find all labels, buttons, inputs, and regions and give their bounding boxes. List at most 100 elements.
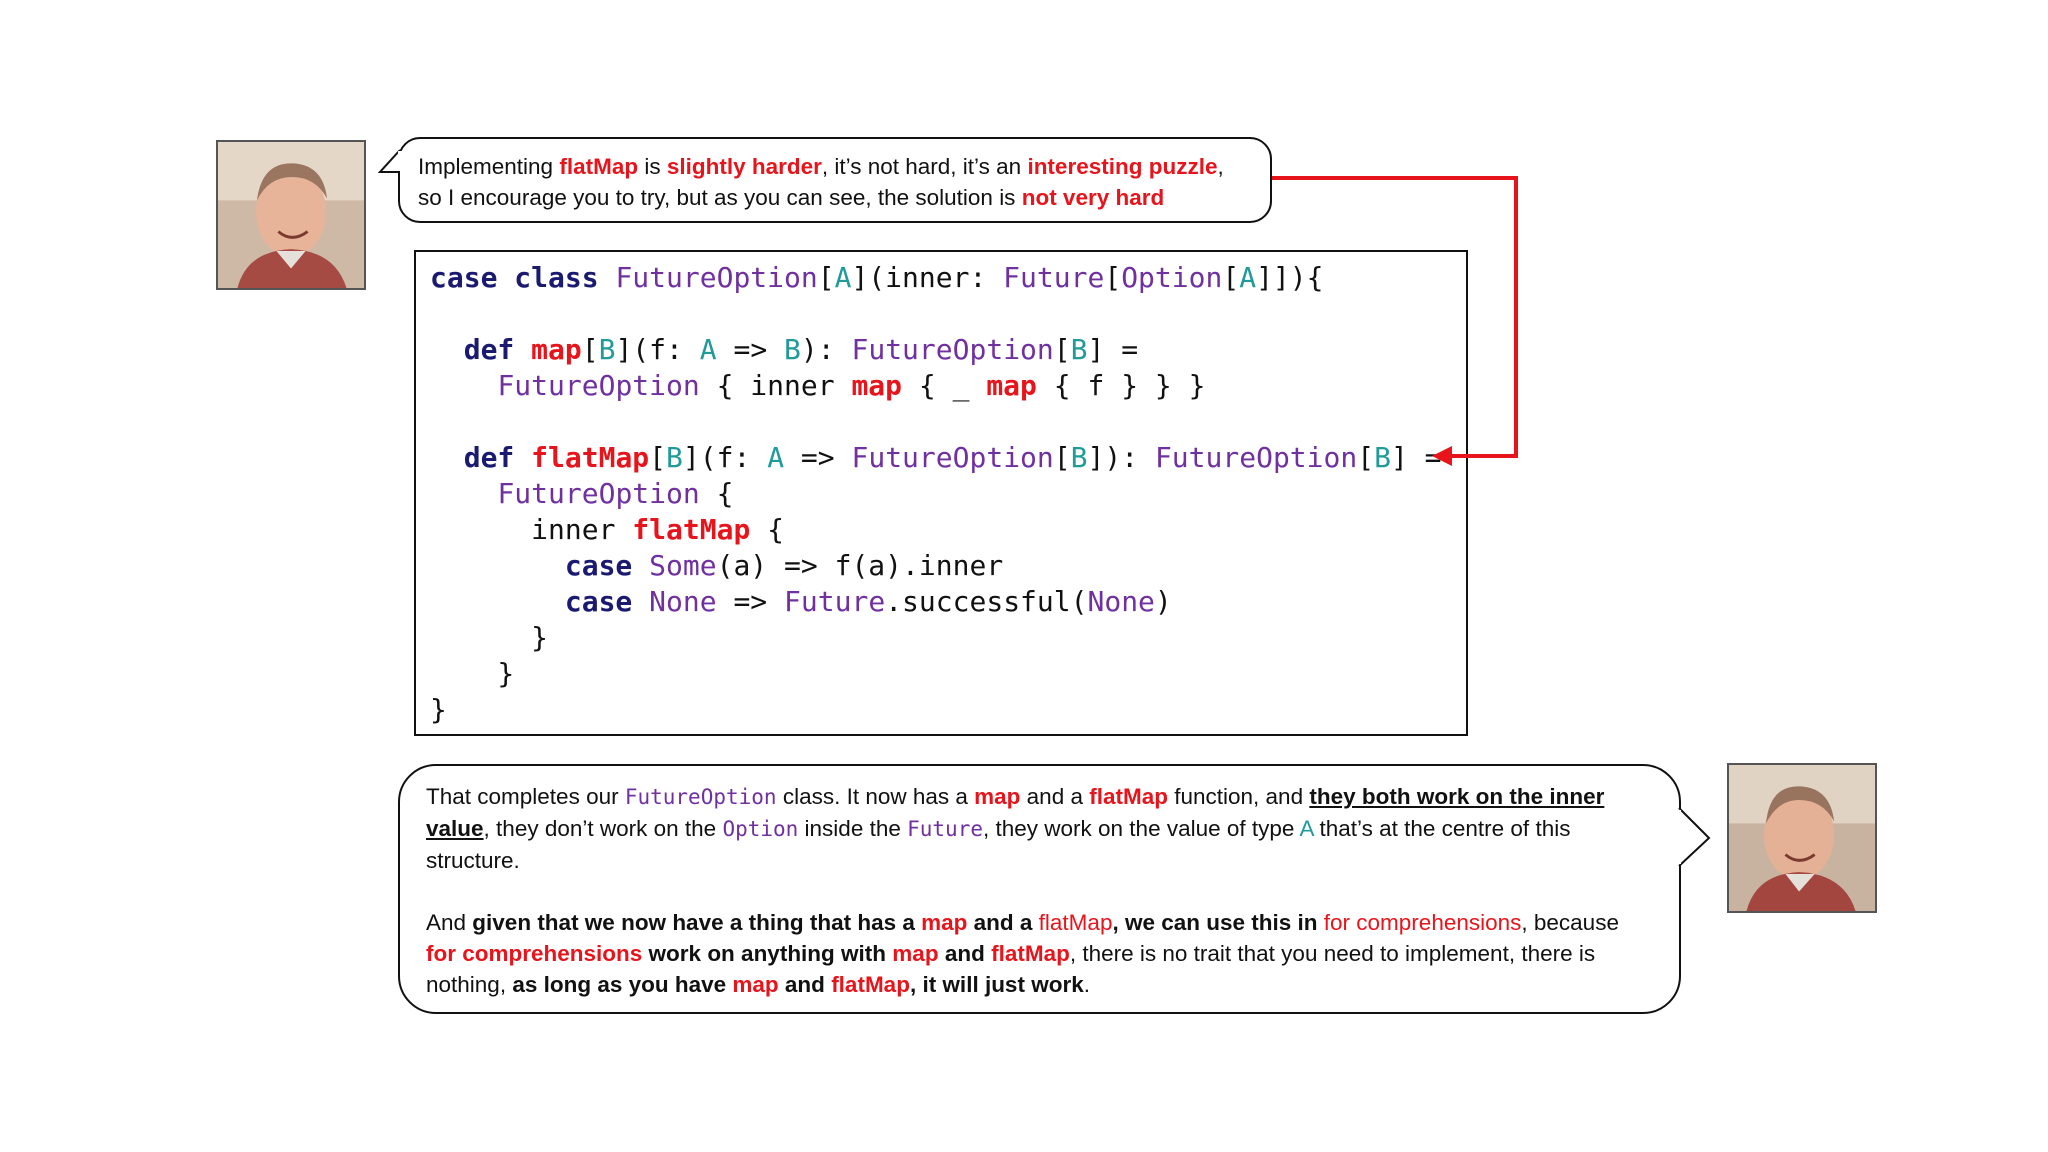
- code-token: }: [430, 693, 447, 726]
- top-bubble-tail: [377, 149, 402, 173]
- bold-text-run: work on anything with: [642, 941, 893, 966]
- code-token: map: [531, 333, 582, 366]
- red-text-run: for comprehensions: [426, 941, 643, 966]
- code-token: FutureOption: [615, 261, 818, 294]
- code-token: [: [1104, 261, 1122, 294]
- code-token: { _: [902, 369, 987, 402]
- red-text-run: map: [732, 972, 779, 997]
- code-token: B: [1070, 441, 1088, 474]
- bold-text-run: and: [938, 941, 992, 966]
- bubble-paragraph: That completes our FutureOption class. I…: [426, 781, 1653, 876]
- bold-text-run: , it will just work: [909, 972, 1084, 997]
- text-run: so I encourage you to try, but as you ca…: [418, 185, 1022, 210]
- red-text-run: flatMap: [1089, 784, 1168, 809]
- code-token: flatMap: [531, 441, 650, 474]
- code-token: [: [649, 441, 667, 474]
- text-run: , they work on the value of type: [982, 816, 1300, 841]
- purple-text-run: Future: [907, 817, 983, 841]
- teal-text-run: A: [1299, 816, 1314, 841]
- redn-text-run: flatMap: [1038, 910, 1113, 935]
- bold-text-run: , we can use this in: [1112, 910, 1324, 935]
- speaker-photo-bottom: [1727, 763, 1877, 913]
- text-run: , because: [1521, 910, 1619, 935]
- code-line: FutureOption {: [430, 476, 1466, 512]
- red-text-run: flatMap: [991, 941, 1070, 966]
- code-token: .successful(: [885, 585, 1088, 618]
- text-run: is: [638, 154, 667, 179]
- bubble-paragraph: And given that we now have a thing that …: [426, 907, 1653, 1000]
- code-token: Option: [1121, 261, 1223, 294]
- top-bubble-text: Implementing flatMap is slightly harder,…: [418, 151, 1252, 213]
- code-token: map: [851, 369, 903, 402]
- bold-text-run: given that we now have a thing that has …: [472, 910, 922, 935]
- code-token: ]):: [1087, 441, 1155, 474]
- speaker-photo-top: [216, 140, 366, 290]
- code-token: FutureOption: [497, 369, 700, 402]
- code-token: B: [598, 333, 616, 366]
- code-token: def: [463, 333, 532, 366]
- red-text-run: map: [974, 784, 1021, 809]
- code-token: inner: [430, 513, 633, 546]
- code-token: A: [767, 441, 785, 474]
- code-token: ](f:: [682, 441, 768, 474]
- bottom-bubble-tail: [1677, 807, 1711, 867]
- code-token: B: [784, 333, 801, 366]
- text-run: , they don’t work on the: [483, 816, 723, 841]
- code-token: FutureOption: [851, 333, 1054, 366]
- code-token: B: [666, 441, 683, 474]
- code-block: case class FutureOption[A](inner: Future…: [414, 250, 1468, 736]
- code-line: FutureOption { inner map { _ map { f } }…: [430, 368, 1466, 404]
- red-text-run: slightly harder: [666, 154, 822, 179]
- code-token: ): [1154, 585, 1172, 618]
- red-text-run: interesting puzzle: [1027, 154, 1218, 179]
- code-token: }: [430, 621, 549, 654]
- red-text-run: map: [921, 910, 968, 935]
- code-token: ](inner:: [851, 261, 1004, 294]
- code-token: map: [986, 369, 1037, 402]
- code-token: case: [564, 585, 650, 618]
- speaker-portrait-icon: [218, 142, 364, 288]
- code-token: { inner: [699, 369, 852, 402]
- code-token: A: [699, 333, 717, 366]
- code-token: =>: [716, 585, 785, 618]
- code-token: Future: [1003, 261, 1105, 294]
- text-run: , it’s not hard, it’s an: [821, 154, 1028, 179]
- code-token: flatMap: [632, 513, 751, 546]
- code-token: [: [1053, 333, 1071, 366]
- code-token: A: [834, 261, 852, 294]
- code-token: {: [750, 513, 785, 546]
- text-run: and a: [1020, 784, 1090, 809]
- top-speech-bubble: Implementing flatMap is slightly harder,…: [398, 137, 1272, 223]
- code-token: def: [463, 441, 532, 474]
- code-line: def flatMap[B](f: A => FutureOption[B]):…: [430, 440, 1466, 476]
- text-run: function, and: [1167, 784, 1310, 809]
- code-token: None: [649, 585, 717, 618]
- code-token: ):: [800, 333, 852, 366]
- text-run: ,: [1217, 154, 1224, 179]
- red-text-run: not very hard: [1021, 185, 1165, 210]
- code-token: case class: [430, 261, 616, 294]
- code-token: [: [1357, 441, 1375, 474]
- text-run: inside the: [798, 816, 908, 841]
- code-token: [: [581, 333, 599, 366]
- text-run: That completes our: [426, 784, 625, 809]
- code-token: Some: [649, 549, 717, 582]
- code-token: ](f:: [615, 333, 700, 366]
- redn-text-run: for comprehensions: [1323, 910, 1522, 935]
- code-line: }: [430, 656, 1466, 692]
- code-token: A: [1239, 261, 1257, 294]
- code-line: }: [430, 692, 1466, 728]
- bold-text-run: and: [778, 972, 832, 997]
- code-token: B: [1374, 441, 1391, 474]
- code-token: [: [1053, 441, 1071, 474]
- code-token: Future: [784, 585, 886, 618]
- code-token: [: [817, 261, 835, 294]
- red-text-run: map: [892, 941, 939, 966]
- code-token: ] =: [1390, 441, 1442, 474]
- red-text-run: flatMap: [559, 154, 639, 179]
- code-token: FutureOption: [851, 441, 1054, 474]
- text-run: .: [1083, 972, 1090, 997]
